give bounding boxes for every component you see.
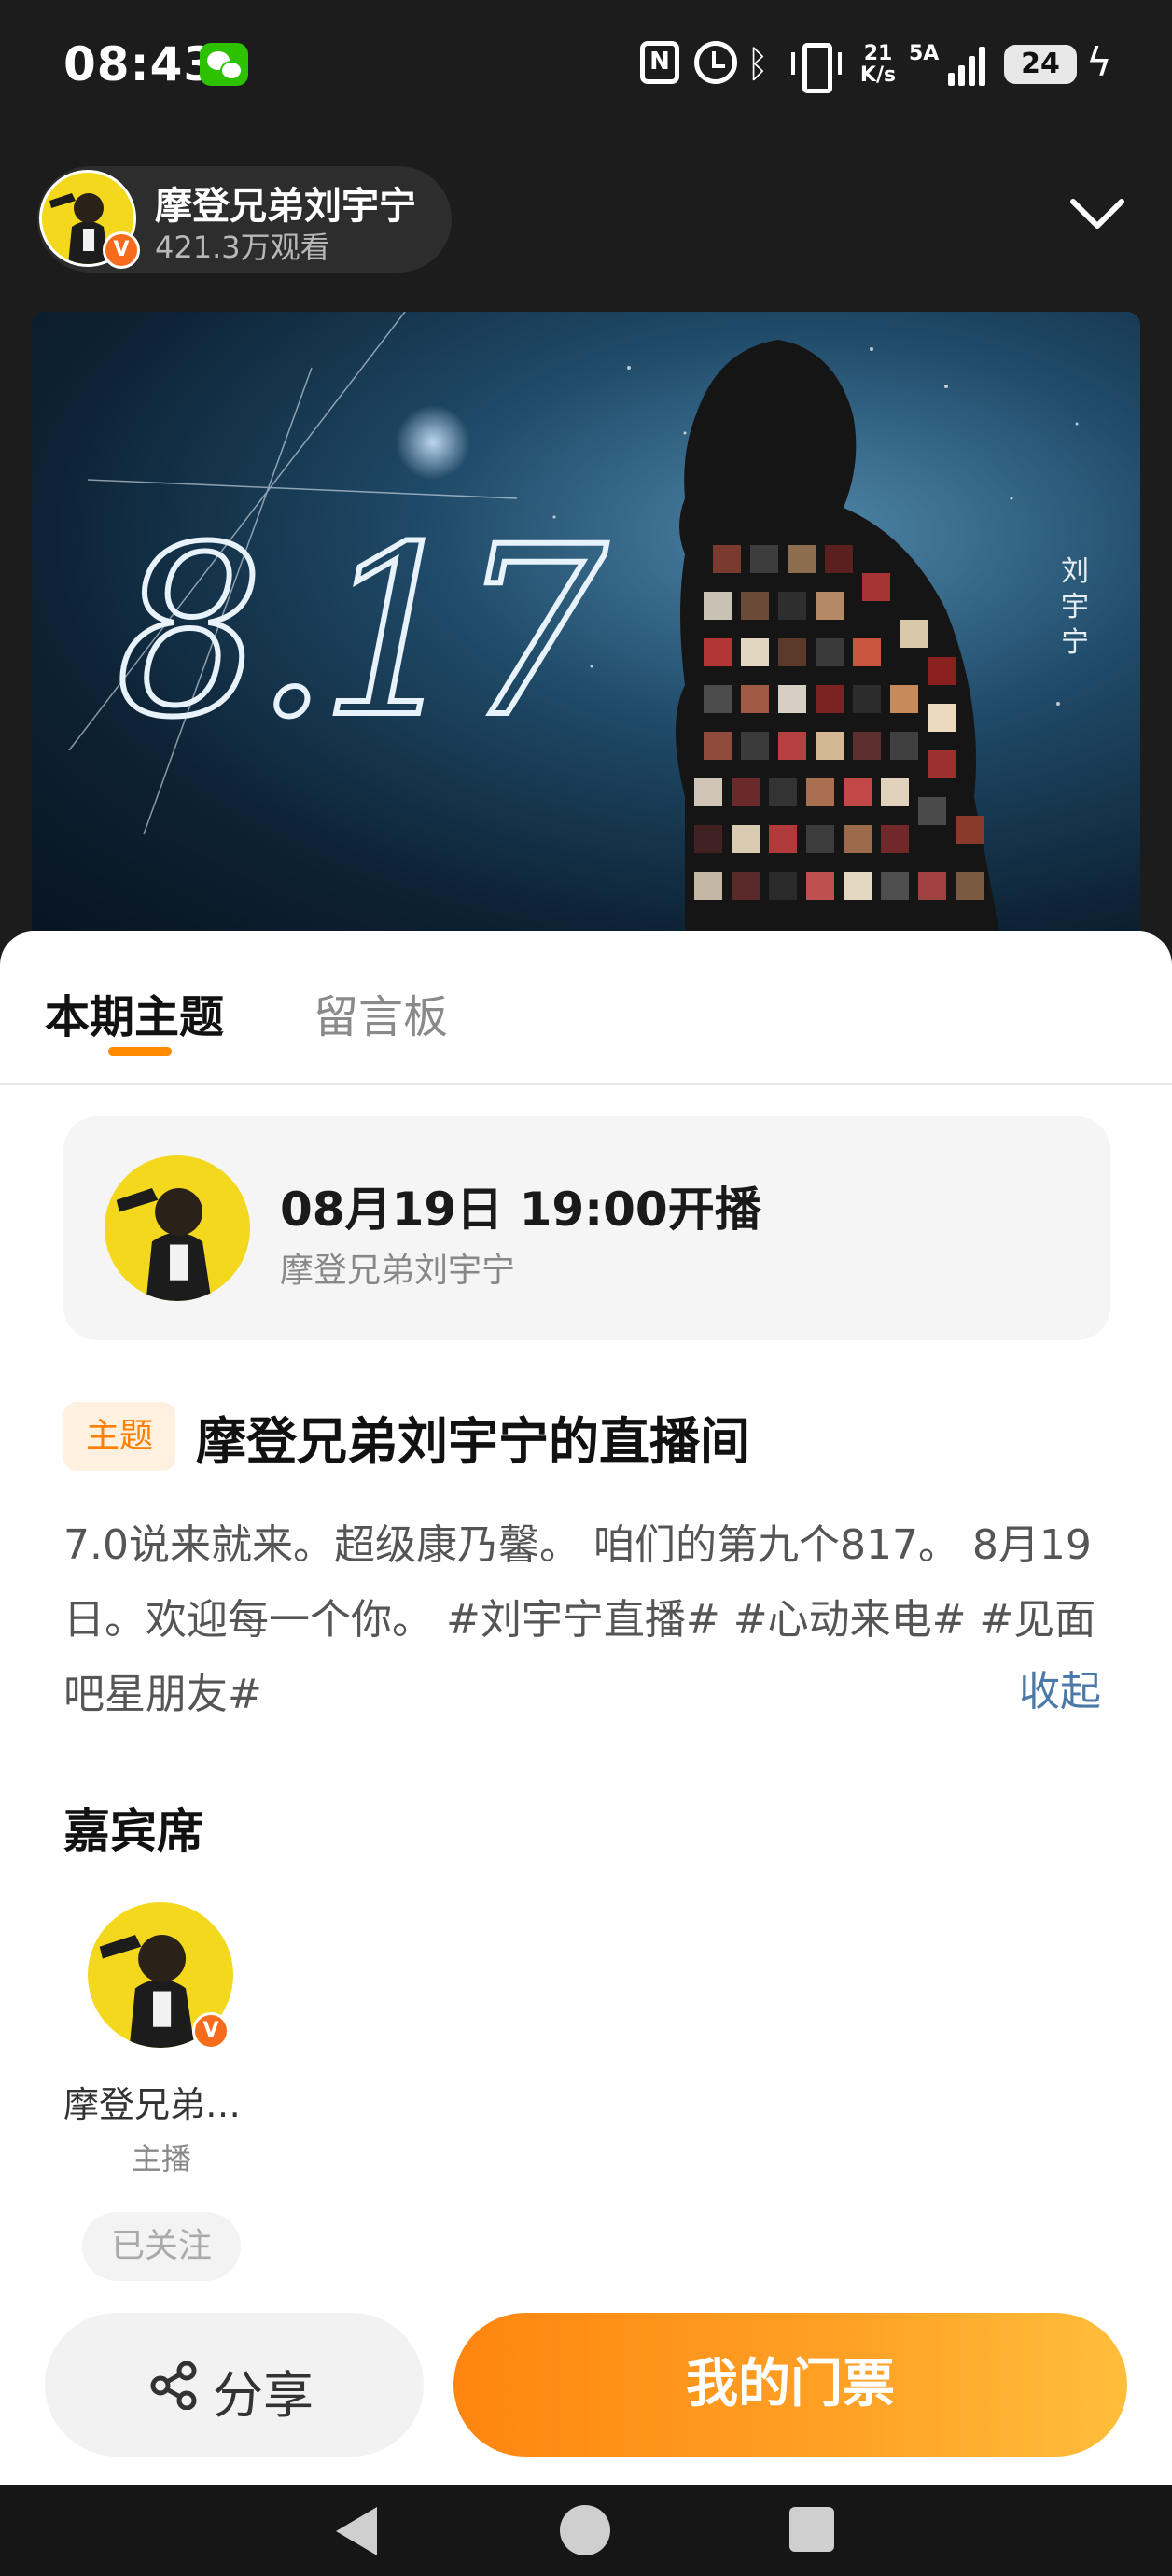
share-label: 分享: [213, 2366, 314, 2425]
verified-badge: V: [103, 231, 140, 269]
topic-description: 7.0说来就来。超级康乃馨。 咱们的第九个817。 8月19日。欢迎每一个你。 …: [63, 1521, 1096, 1718]
banner-artwork: 8.17: [68, 312, 1079, 946]
share-button[interactable]: 分享: [45, 2313, 424, 2457]
wechat-icon: [200, 43, 248, 86]
chevron-down-icon[interactable]: [1069, 194, 1125, 235]
schedule-card: 08月19日 19:00开播 摩登兄弟刘宇宁: [63, 1116, 1110, 1340]
schedule-host-name: 摩登兄弟刘宇宁: [280, 1252, 516, 1290]
nfc-icon: N: [640, 41, 679, 84]
verified-badge: V: [192, 2012, 230, 2050]
verified-mark: V: [113, 238, 130, 261]
back-icon[interactable]: [336, 2507, 377, 2555]
status-time: 08:43: [63, 37, 217, 91]
guest-role: 主播: [131, 2141, 191, 2177]
follow-status-button[interactable]: 已关注: [82, 2212, 241, 2281]
tab-current-topic[interactable]: 本期主题: [45, 980, 224, 1045]
avatar-figure: [116, 1188, 212, 1301]
collapse-description-link[interactable]: 收起: [1019, 1658, 1101, 1717]
banner-date-art: 8.17: [116, 497, 607, 768]
network-speed-unit: K/s: [859, 63, 897, 87]
alarm-icon: [694, 41, 737, 84]
home-icon[interactable]: [560, 2505, 610, 2555]
live-cover-banner[interactable]: 8.17 刘宇宁: [32, 312, 1140, 946]
status-bar: 08:43 N ᛒ 21 K/s 5A 24 ϟ: [0, 0, 1172, 131]
host-name[interactable]: 摩登兄弟刘宇宁: [155, 175, 416, 230]
network-type-label: 5A: [909, 42, 940, 65]
topic-tag: 主题: [63, 1402, 175, 1471]
tab-bar: 本期主题 留言板: [0, 931, 1172, 1085]
avatar[interactable]: [105, 1155, 250, 1301]
tab-message-board[interactable]: 留言板: [314, 980, 448, 1045]
guest-section-title: 嘉宾席: [63, 1804, 203, 1858]
charging-icon: ϟ: [1086, 39, 1112, 85]
battery-icon: 24: [1004, 45, 1077, 84]
network-speed-value: 21: [863, 42, 893, 65]
topic-title: 摩登兄弟刘宇宁的直播间: [196, 1412, 750, 1471]
bluetooth-icon: ᛒ: [746, 43, 769, 86]
host-info-chip[interactable]: V 摩登兄弟刘宇宁 421.3万观看: [37, 166, 452, 273]
my-ticket-button[interactable]: 我的门票: [453, 2313, 1127, 2457]
network-speed: 21 K/s: [855, 43, 901, 91]
vibrate-icon: [791, 41, 842, 93]
share-icon: [150, 2361, 197, 2410]
system-navigation-bar: [0, 2485, 1172, 2576]
active-tab-indicator: [108, 1047, 172, 1056]
viewer-count: 421.3万观看: [155, 230, 330, 265]
verified-mark: V: [202, 2019, 219, 2042]
broadcast-start-time: 08月19日 19:00开播: [280, 1183, 761, 1237]
signal-icon: [944, 43, 989, 86]
live-detail-sheet: 本期主题 留言板 08月19日 19:00开播 摩登兄弟刘宇宁 主题 摩登兄弟刘…: [0, 931, 1172, 2485]
battery-level: 24: [1021, 48, 1060, 80]
guest-name[interactable]: 摩登兄弟…: [63, 2076, 259, 2127]
banner-side-text: 刘宇宁: [1061, 555, 1089, 659]
recent-apps-icon[interactable]: [789, 2507, 834, 2552]
